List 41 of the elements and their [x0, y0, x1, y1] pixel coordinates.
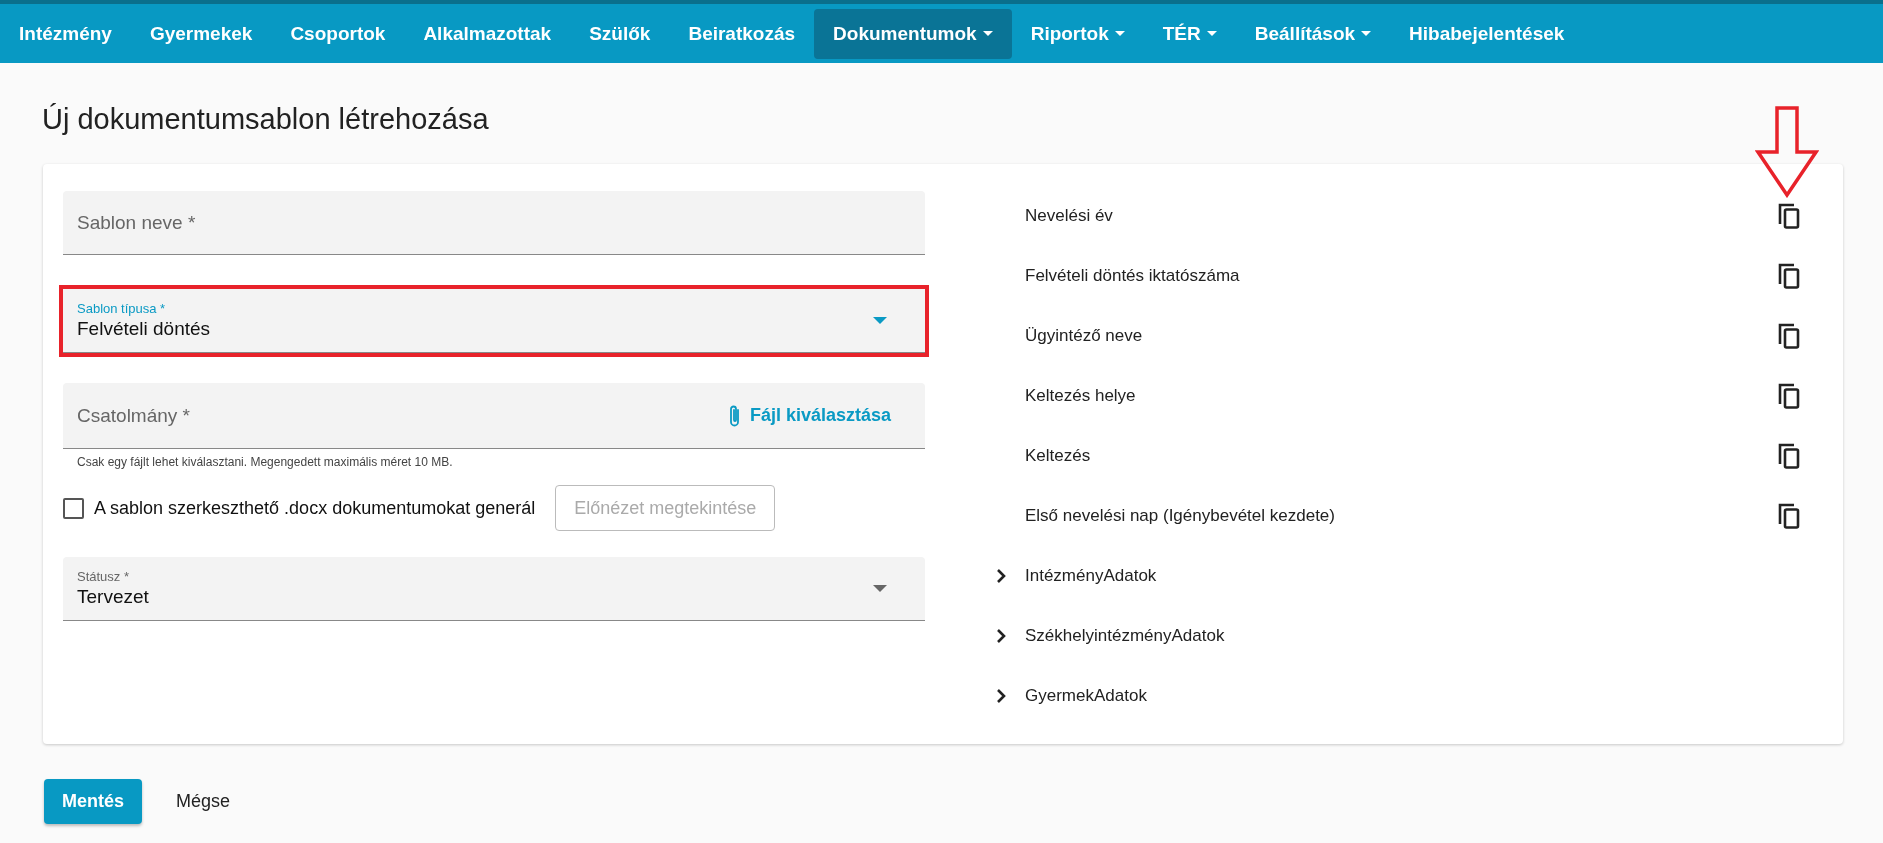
- variable-label: Felvételi döntés iktatószáma: [1025, 266, 1241, 286]
- variable-label: Keltezés: [1025, 446, 1092, 466]
- nav-tab[interactable]: Szülők: [570, 8, 670, 59]
- copy-icon[interactable]: [1777, 202, 1801, 230]
- chevron-icon[interactable]: [996, 628, 1006, 644]
- nav-tab[interactable]: Hibabejelentések: [1390, 8, 1584, 59]
- dropdown-arrow-icon: [873, 317, 887, 324]
- chevron-icon[interactable]: [996, 568, 1006, 584]
- dropdown-arrow-icon: [873, 585, 887, 592]
- variable-label: Ügyintéző neve: [1025, 326, 1144, 346]
- group-label[interactable]: GyermekAdatok: [1025, 686, 1823, 706]
- nav-tab[interactable]: Gyermekek: [130, 8, 272, 59]
- nav-tab[interactable]: Beiratkozás: [669, 8, 815, 59]
- variable-label: Első nevelési nap (Igénybevétel kezdete): [1025, 506, 1336, 526]
- cancel-button[interactable]: Mégse: [156, 791, 251, 812]
- chevron-icon[interactable]: [996, 688, 1006, 704]
- nav-tab[interactable]: Alkalmazottak: [404, 8, 571, 59]
- variable-label: Keltezés helye: [1025, 386, 1137, 406]
- copy-icon[interactable]: [1777, 382, 1801, 410]
- input-field[interactable]: Sablon neve *: [63, 191, 925, 255]
- nav-tab[interactable]: TÉR: [1143, 8, 1236, 59]
- copy-icon[interactable]: [1777, 502, 1801, 530]
- group-label[interactable]: IntézményAdatok: [1025, 566, 1823, 586]
- nav-tab[interactable]: Riportok: [1011, 8, 1144, 59]
- nav-tab[interactable]: Intézmény: [0, 8, 131, 59]
- page-title: Új dokumentumsablon létrehozása: [42, 103, 490, 137]
- save-button[interactable]: Mentés: [44, 779, 142, 824]
- file-field[interactable]: Csatolmány * Fájl kiválasztása: [63, 383, 925, 449]
- copy-icon[interactable]: [1777, 442, 1801, 470]
- nav-tab[interactable]: Dokumentumok: [814, 8, 1012, 59]
- variable-label: Nevelési év: [1025, 206, 1114, 226]
- hint-text: Csak egy fájlt lehet kiválasztani. Megengedett maximális méret 10 MB.: [76, 455, 454, 469]
- choose-file-button[interactable]: Fájl kiválasztása: [727, 403, 891, 428]
- select-field[interactable]: Státusz * Tervezet: [63, 557, 925, 621]
- copy-icon[interactable]: [1777, 322, 1801, 350]
- paperclip-icon: [727, 403, 742, 428]
- nav-tab[interactable]: Beállítások: [1235, 8, 1391, 59]
- copy-icon[interactable]: [1777, 262, 1801, 290]
- checkbox-box[interactable]: [63, 497, 84, 519]
- nav-tab[interactable]: Csoportok: [271, 8, 405, 59]
- group-label[interactable]: SzékhelyintézményAdatok: [1025, 626, 1823, 646]
